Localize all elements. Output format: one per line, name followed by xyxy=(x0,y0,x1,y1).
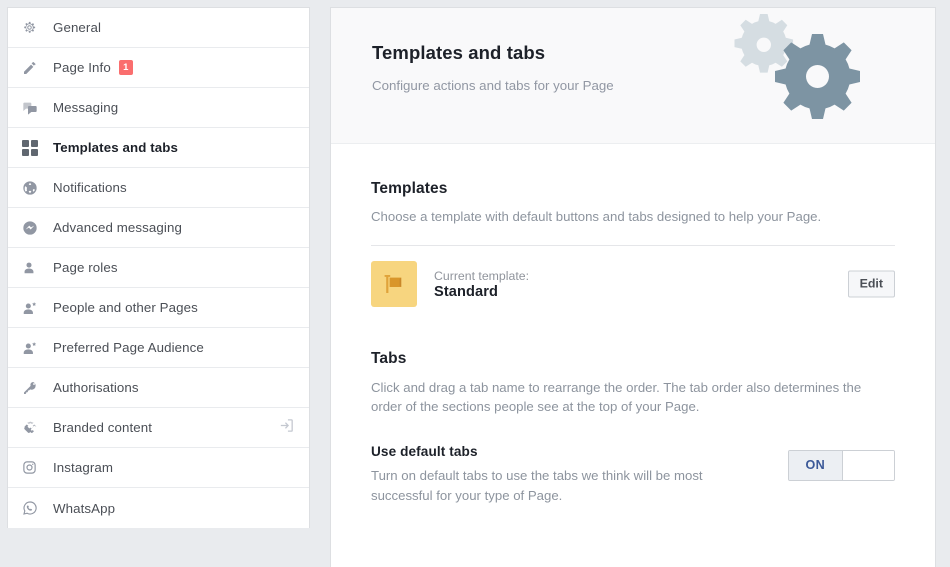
sidebar-item-label: Preferred Page Audience xyxy=(53,340,204,355)
sidebar-item-templates-and-tabs[interactable]: Templates and tabs xyxy=(8,128,309,168)
key-icon xyxy=(22,378,44,398)
sidebar-item-page-roles[interactable]: Page roles xyxy=(8,248,309,288)
page-header-banner: Templates and tabs Configure actions and… xyxy=(331,8,935,144)
messenger-icon xyxy=(22,218,44,238)
templates-section: Templates Choose a template with default… xyxy=(331,144,935,308)
person-star-icon xyxy=(22,298,44,318)
sidebar-item-label: Advanced messaging xyxy=(53,220,182,235)
gear-light-hub xyxy=(756,37,771,52)
current-template-row: Current template: Standard Edit xyxy=(371,261,895,308)
sidebar-item-notifications[interactable]: Notifications xyxy=(8,168,309,208)
template-meta: Current template: Standard xyxy=(434,268,529,301)
sidebar-item-messaging[interactable]: Messaging xyxy=(8,88,309,128)
page-title: Templates and tabs xyxy=(372,42,546,63)
sidebar-item-label: WhatsApp xyxy=(53,500,116,516)
sidebar-item-label: Page roles xyxy=(53,260,118,275)
globe-icon xyxy=(22,178,44,198)
pencil-icon xyxy=(22,58,44,78)
sidebar-item-branded-content[interactable]: Branded content xyxy=(8,408,309,448)
sidebar-item-label: Instagram xyxy=(53,460,114,475)
person-star-icon xyxy=(22,338,44,358)
sidebar-item-label: Messaging xyxy=(53,100,119,115)
flag-icon xyxy=(384,275,402,294)
sidebar-item-label: General xyxy=(53,20,102,35)
instagram-icon xyxy=(22,458,44,478)
gear-dark-hub xyxy=(806,65,829,88)
current-template-name: Standard xyxy=(434,284,499,301)
sidebar-item-label: Page Info xyxy=(53,60,111,75)
page-subtitle: Configure actions and tabs for your Page xyxy=(372,78,614,93)
sidebar-item-page-info[interactable]: Page Info 1 xyxy=(8,48,309,88)
handshake-icon xyxy=(22,418,44,438)
template-thumbnail xyxy=(371,261,417,308)
sidebar-item-label: People and other Pages xyxy=(53,300,198,315)
templates-description: Choose a template with default buttons a… xyxy=(371,209,822,224)
toggle-on-segment[interactable]: ON xyxy=(788,451,843,481)
gears-illustration xyxy=(711,12,891,137)
use-default-tabs-description: Turn on default tabs to use the tabs we … xyxy=(371,468,703,503)
sidebar-item-instagram[interactable]: Instagram xyxy=(8,448,309,488)
sidebar-item-general[interactable]: General xyxy=(8,8,309,48)
person-icon xyxy=(22,258,44,278)
main-content-panel: Templates and tabs Configure actions and… xyxy=(330,7,936,567)
tabs-section: Tabs Click and drag a tab name to rearra… xyxy=(331,307,935,505)
toggle-off-segment[interactable] xyxy=(843,451,894,481)
current-template-label: Current template: xyxy=(434,268,530,283)
sidebar-item-whatsapp[interactable]: WhatsApp xyxy=(8,488,309,528)
sidebar-item-label: Notifications xyxy=(53,180,127,195)
sidebar-item-label: Branded content xyxy=(53,420,153,435)
sidebar-item-people-and-other-pages[interactable]: People and other Pages xyxy=(8,288,309,328)
edit-template-button[interactable]: Edit xyxy=(847,270,895,298)
tabs-description: Click and drag a tab name to rearrange t… xyxy=(371,380,862,415)
gear-icon xyxy=(22,18,44,38)
external-link-icon[interactable] xyxy=(278,417,295,439)
settings-sidebar: General Page Info 1 Messaging Templates and … xyxy=(7,7,310,528)
sidebar-item-preferred-page-audience[interactable]: Preferred Page Audience xyxy=(8,328,309,368)
whatsapp-icon xyxy=(22,498,44,518)
sidebar-item-label: Templates and tabs xyxy=(53,140,178,155)
tabs-heading: Tabs xyxy=(371,350,407,368)
sidebar-item-advanced-messaging[interactable]: Advanced messaging xyxy=(8,208,309,248)
sidebar-item-badge: 1 xyxy=(118,59,133,76)
use-default-tabs-row: Use default tabs Turn on default tabs to… xyxy=(371,444,895,504)
templates-divider xyxy=(371,245,895,247)
use-default-tabs-toggle[interactable]: ON xyxy=(787,450,895,482)
grid-squares-icon xyxy=(22,138,44,158)
templates-heading: Templates xyxy=(371,180,448,197)
chat-bubbles-icon xyxy=(22,98,44,118)
sidebar-item-authorisations[interactable]: Authorisations xyxy=(8,368,309,408)
sidebar-item-label: Authorisations xyxy=(53,380,139,395)
